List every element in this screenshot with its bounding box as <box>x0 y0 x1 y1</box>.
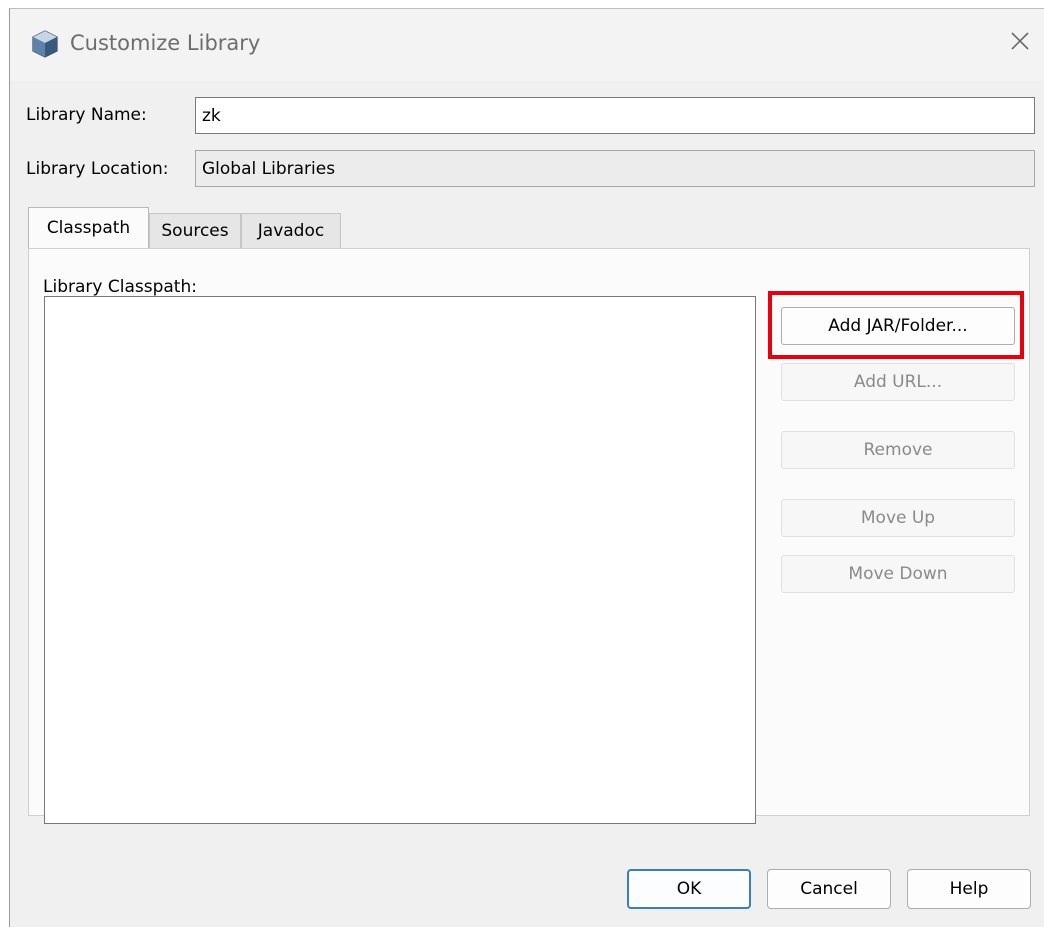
title-bar: Customize Library <box>10 9 1044 81</box>
library-classpath-label: Library Classpath: <box>43 277 197 297</box>
cancel-button[interactable]: Cancel <box>767 869 891 909</box>
library-name-value: zk <box>202 105 221 126</box>
ok-button[interactable]: OK <box>627 869 751 909</box>
add-jar-folder-button[interactable]: Add JAR/Folder... <box>781 307 1015 345</box>
close-button[interactable] <box>1002 23 1038 59</box>
library-location-value: Global Libraries <box>202 158 336 179</box>
tab-label: Classpath <box>46 218 131 238</box>
move-down-button[interactable]: Move Down <box>781 555 1015 593</box>
button-label: Move Down <box>848 564 948 584</box>
add-url-button[interactable]: Add URL... <box>781 363 1015 401</box>
button-label: Add JAR/Folder... <box>828 316 968 336</box>
tab-label: Sources <box>161 221 229 241</box>
classpath-list[interactable] <box>44 296 756 824</box>
tab-sources[interactable]: Sources <box>149 213 241 248</box>
button-label: OK <box>676 879 702 899</box>
button-label: Add URL... <box>853 372 943 392</box>
library-location-field: Global Libraries <box>195 150 1035 187</box>
help-button[interactable]: Help <box>907 869 1031 909</box>
classpath-tab-panel: Library Classpath: Add JAR/Folder... Add… <box>28 248 1030 824</box>
dialog-title: Customize Library <box>70 31 261 55</box>
button-label: Move Up <box>860 508 936 528</box>
tab-javadoc[interactable]: Javadoc <box>241 213 341 248</box>
library-name-field[interactable]: zk <box>195 97 1035 134</box>
library-name-label: Library Name: <box>26 105 147 125</box>
tab-classpath[interactable]: Classpath <box>28 207 149 248</box>
button-label: Remove <box>863 440 933 460</box>
customize-library-dialog: Customize Library Library Name: zk Libra… <box>9 8 1044 927</box>
button-label: Cancel <box>800 879 858 899</box>
library-location-label: Library Location: <box>26 159 169 179</box>
close-icon <box>1011 32 1029 50</box>
move-up-button[interactable]: Move Up <box>781 499 1015 537</box>
button-label: Help <box>949 879 989 899</box>
remove-button[interactable]: Remove <box>781 431 1015 469</box>
tab-label: Javadoc <box>257 221 325 241</box>
cube-icon <box>30 29 60 59</box>
